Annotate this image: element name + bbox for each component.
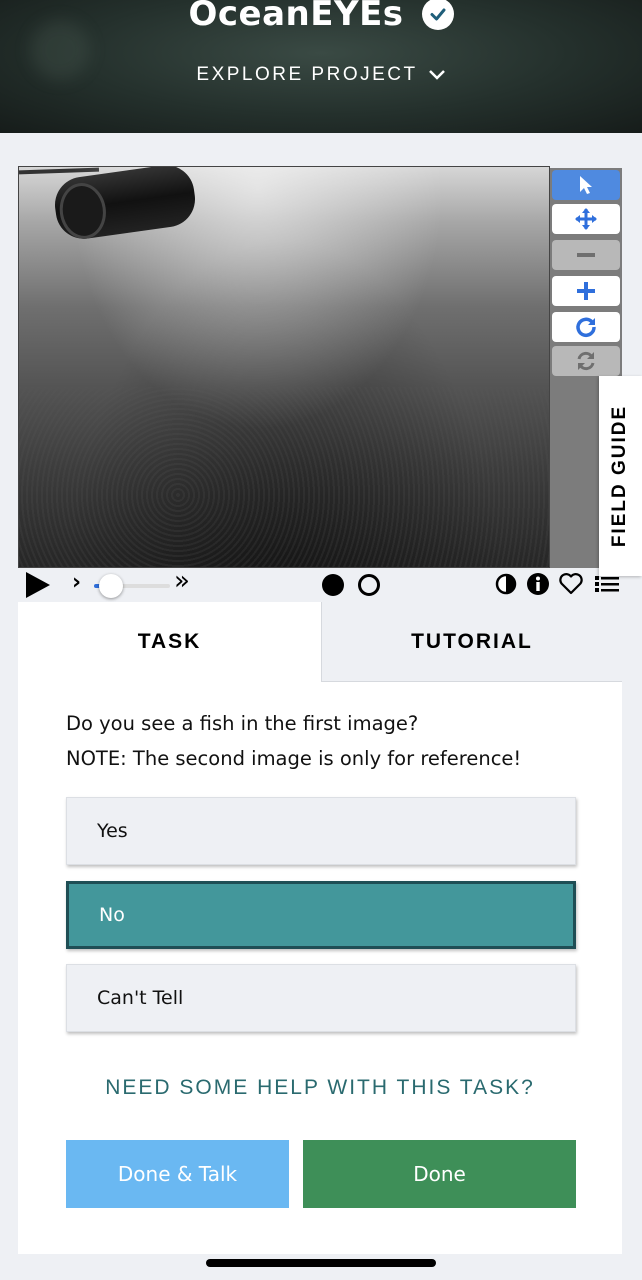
task-question: Do you see a fish in the first image? NO…: [66, 706, 586, 776]
chevron-down-icon: [428, 70, 445, 80]
zoom-out-icon: [577, 253, 595, 257]
camera-housing: [51, 167, 199, 243]
project-title[interactable]: OceanEYEs: [188, 0, 403, 34]
tab-tutorial[interactable]: TUTORIAL: [321, 602, 622, 682]
answer-yes-button[interactable]: Yes: [66, 797, 576, 865]
zoom-out-button[interactable]: [552, 240, 620, 270]
answer-no-button[interactable]: No: [66, 881, 576, 949]
pointer-icon: [580, 176, 592, 194]
home-indicator[interactable]: [206, 1259, 436, 1267]
title-row: OceanEYEs: [0, 0, 642, 34]
invert-contrast-icon[interactable]: [494, 572, 518, 596]
task-panel: TASK TUTORIAL Do you see a fish in the f…: [18, 602, 622, 1254]
explore-project-menu[interactable]: EXPLORE PROJECT: [0, 64, 642, 86]
collections-list-icon[interactable]: [594, 572, 620, 596]
info-icon[interactable]: [526, 572, 550, 596]
answer-label: No: [99, 904, 125, 926]
rotate-button[interactable]: [552, 312, 620, 342]
fast-forward-icon[interactable]: »: [174, 566, 190, 596]
favorite-heart-icon[interactable]: [558, 572, 584, 596]
slider-thumb[interactable]: [99, 574, 124, 598]
frame-1-dot[interactable]: [322, 574, 344, 596]
verified-badge-icon: [421, 0, 454, 30]
done-and-talk-button[interactable]: Done & Talk: [66, 1140, 289, 1208]
answer-cant-tell-button[interactable]: Can't Tell: [66, 964, 576, 1032]
question-line-1: Do you see a fish in the first image?: [66, 712, 419, 735]
tab-task[interactable]: TASK: [18, 602, 321, 682]
answer-label: Yes: [97, 820, 128, 842]
done-button[interactable]: Done: [303, 1140, 576, 1208]
camera-cable: [19, 167, 100, 175]
field-guide-tab[interactable]: FIELD GUIDE: [599, 376, 642, 576]
play-icon[interactable]: [26, 572, 50, 598]
step-forward-icon[interactable]: ›: [72, 570, 81, 595]
explore-project-label: EXPLORE PROJECT: [196, 64, 418, 85]
rotate-icon: [576, 317, 596, 337]
question-line-2: NOTE: The second image is only for refer…: [66, 747, 522, 770]
zoom-in-icon: [577, 282, 595, 300]
frame-2-dot[interactable]: [358, 574, 380, 596]
zoom-in-button[interactable]: [552, 276, 620, 306]
project-header: OceanEYEs EXPLORE PROJECT: [0, 0, 642, 133]
move-icon: [575, 208, 597, 230]
subject-image[interactable]: [18, 166, 550, 568]
answer-label: Can't Tell: [97, 987, 184, 1009]
playback-speed-slider[interactable]: [90, 574, 174, 598]
task-help-link[interactable]: NEED SOME HELP WITH THIS TASK?: [18, 1076, 622, 1100]
move-tool-button[interactable]: [552, 204, 620, 234]
pointer-tool-button[interactable]: [552, 170, 620, 200]
reset-icon: [577, 351, 595, 371]
seafloor-texture: [19, 387, 549, 567]
field-guide-label: FIELD GUIDE: [609, 404, 631, 548]
playback-controls: › »: [18, 566, 622, 602]
reset-view-button[interactable]: [552, 346, 620, 376]
